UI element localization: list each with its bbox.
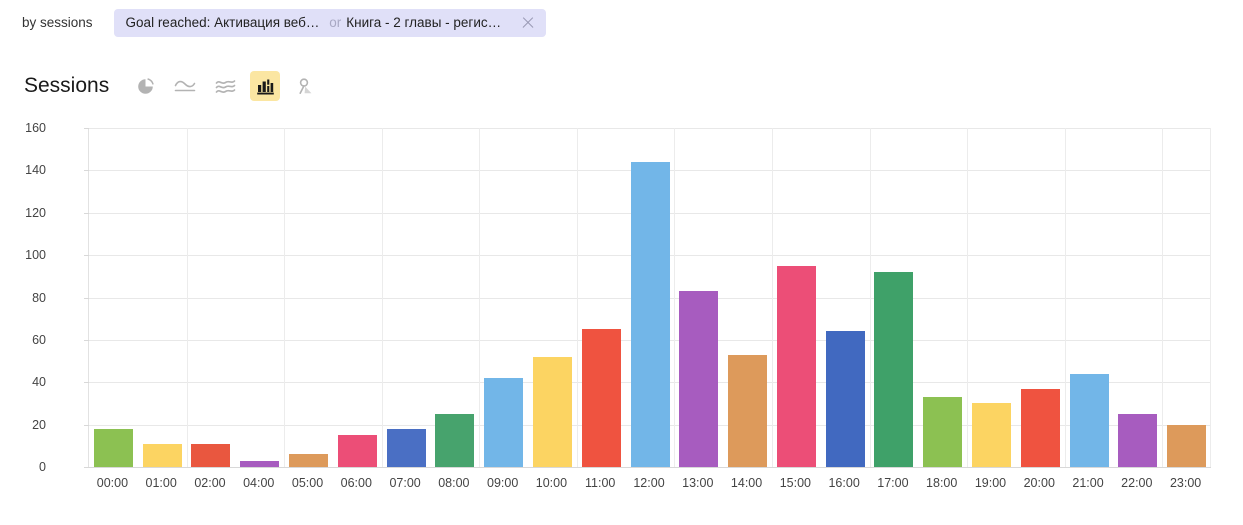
x-axis-label: 22:00 xyxy=(1121,476,1153,490)
y-axis-label: 120 xyxy=(25,205,46,220)
area-chart-icon-button[interactable] xyxy=(210,71,240,101)
x-gridline xyxy=(187,128,188,467)
y-axis-label: 40 xyxy=(32,375,46,390)
sessions-bar-chart: 0 20 40 60 80 100 120 140 160 00:00 01:00 02:00 04:… xyxy=(0,110,1243,525)
bar-chart-icon xyxy=(256,77,275,96)
x-axis-label: 21:00 xyxy=(1072,476,1104,490)
filter-bar: by sessions Goal reached: Активация веби… xyxy=(0,0,1243,45)
chart-bar[interactable] xyxy=(630,161,670,467)
page-title: Sessions xyxy=(24,74,110,97)
map-pin-icon-button[interactable] xyxy=(290,71,320,101)
y-axis-label: 100 xyxy=(25,248,46,263)
chart-bar[interactable] xyxy=(776,265,816,467)
x-axis-label: 17:00 xyxy=(877,476,909,490)
chart-bar[interactable] xyxy=(386,428,426,467)
line-chart-icon xyxy=(174,77,196,96)
chart-bar[interactable] xyxy=(1167,424,1207,467)
chart-bar[interactable] xyxy=(1118,414,1158,467)
x-gridline xyxy=(1065,128,1066,467)
chart-bar[interactable] xyxy=(142,443,182,467)
x-axis-label: 02:00 xyxy=(194,476,226,490)
filter-by-label: by sessions xyxy=(22,15,93,30)
x-axis-label: 00:00 xyxy=(96,476,129,490)
x-axis-labels: 00:00 01:00 02:00 04:00 05:00 06:00 07:00 08:00… xyxy=(88,467,1210,497)
y-axis-label: 140 xyxy=(25,163,46,178)
chart-bar[interactable] xyxy=(289,454,329,467)
chart-bar[interactable] xyxy=(923,397,963,467)
chart-bar[interactable] xyxy=(532,356,572,467)
chart-bar[interactable] xyxy=(679,291,719,467)
bar-chart-icon-button[interactable] xyxy=(250,71,281,101)
map-pin-icon xyxy=(296,77,315,96)
area-chart-icon xyxy=(215,77,236,96)
chart-type-switcher xyxy=(130,71,330,101)
x-gridline xyxy=(967,128,968,467)
x-axis-label: 05:00 xyxy=(291,476,324,490)
y-axis-tick xyxy=(84,255,89,257)
plot-right-border xyxy=(1210,128,1211,467)
chart-bar[interactable] xyxy=(191,443,231,467)
filter-chip[interactable]: Goal reached: Активация вебинар or Книга… xyxy=(113,8,546,37)
chart-bar[interactable] xyxy=(484,378,524,467)
x-axis-label: 16:00 xyxy=(828,476,860,490)
x-axis-label: 04:00 xyxy=(243,476,275,490)
y-axis-tick xyxy=(84,382,89,384)
x-axis-label: 15:00 xyxy=(779,476,811,490)
filter-chip-segment-2: Книга - 2 главы - регистр… xyxy=(346,15,506,30)
x-axis-label: 08:00 xyxy=(438,476,470,490)
x-gridline xyxy=(870,128,871,467)
x-axis-label: 19:00 xyxy=(974,476,1007,490)
x-gridline xyxy=(1162,128,1163,467)
y-axis-label: 0 xyxy=(39,460,46,474)
chart-toolbar: Sessions xyxy=(0,62,1243,110)
y-axis-label: 80 xyxy=(32,290,46,305)
filter-chip-operator: or xyxy=(329,15,342,30)
pie-chart-icon-button[interactable] xyxy=(130,71,160,101)
x-axis-label: 11:00 xyxy=(585,476,616,490)
y-axis-label: 20 xyxy=(32,417,46,432)
y-axis-tick xyxy=(84,339,89,341)
y-axis-tick xyxy=(84,212,89,214)
x-gridline xyxy=(772,128,773,467)
filter-chip-segment-1: Goal reached: Активация вебинар xyxy=(125,15,325,30)
x-axis-label: 07:00 xyxy=(389,476,421,490)
x-axis-label: 13:00 xyxy=(682,476,714,490)
close-icon[interactable] xyxy=(520,15,536,31)
x-axis-label: 01:00 xyxy=(145,476,177,490)
chart-bar[interactable] xyxy=(1069,373,1109,467)
x-axis-label: 14:00 xyxy=(730,476,763,490)
x-axis-label: 06:00 xyxy=(340,476,372,490)
y-axis-tick xyxy=(84,128,89,129)
chart-bar[interactable] xyxy=(874,272,914,467)
y-axis-tick xyxy=(84,170,89,172)
chart-bar[interactable] xyxy=(1020,388,1060,467)
x-axis-label: 18:00 xyxy=(926,476,958,490)
y-axis-label: 60 xyxy=(32,332,46,347)
x-gridline xyxy=(479,128,480,467)
chart-bar[interactable] xyxy=(825,331,865,467)
chart-bar[interactable] xyxy=(728,354,768,467)
x-gridline xyxy=(284,128,285,467)
chart-bar[interactable] xyxy=(337,435,377,467)
chart-bar[interactable] xyxy=(581,329,621,467)
y-axis-label: 160 xyxy=(25,121,46,135)
pie-chart-icon xyxy=(136,77,155,96)
x-axis-label: 23:00 xyxy=(1169,476,1202,490)
line-chart-icon-button[interactable] xyxy=(170,71,200,101)
y-gridline xyxy=(89,128,1211,129)
chart-plot-area: 0 20 40 60 80 100 120 140 160 xyxy=(25,121,1211,474)
chart-bar[interactable] xyxy=(93,428,133,467)
chart-bar[interactable] xyxy=(971,403,1011,467)
chart-bar[interactable] xyxy=(435,414,475,467)
y-axis-tick xyxy=(84,297,89,299)
x-axis-label: 12:00 xyxy=(633,476,665,490)
x-gridline xyxy=(382,128,383,467)
x-axis-label: 09:00 xyxy=(487,476,519,490)
x-gridline xyxy=(577,128,578,467)
x-axis-label: 10:00 xyxy=(535,476,568,490)
y-axis-tick xyxy=(84,424,89,426)
x-axis-label: 20:00 xyxy=(1023,476,1055,490)
x-gridline xyxy=(674,128,675,467)
